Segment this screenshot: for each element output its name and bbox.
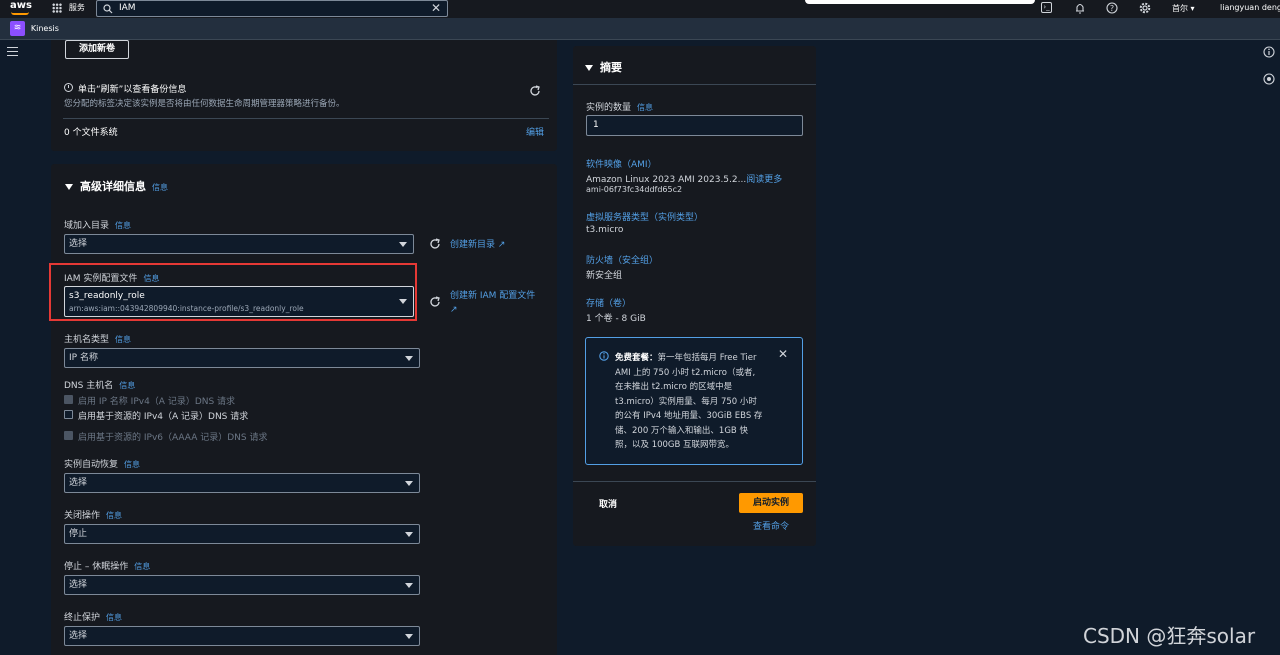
help-icon[interactable]: ? [1106,2,1118,14]
dns-ipv4-ip-label: 启用 IP 名称 IPv4（A 记录）DNS 请求 [78,397,236,407]
free-tier-text: 免费套餐：第一年包括每月 Free Tier AMI 上的 750 小时 t2.… [615,353,763,450]
backup-title: 单击“刷新”以查看备份信息 [78,85,187,95]
auto-recovery-select[interactable]: 选择 [64,473,420,493]
firewall-label[interactable]: 防火墙（安全组） [586,253,658,266]
external-link-icon: ↗ [497,240,506,250]
feedback-icon[interactable] [1263,73,1275,85]
caret-down-icon [399,299,407,304]
region-selector[interactable]: 首尔 ▾ [1172,3,1195,14]
caret-down-icon [399,242,407,247]
domain-join-label: 域加入目录 信息 [64,221,132,231]
kinesis-icon: ≋ [10,21,25,36]
iam-profile-select[interactable]: s3_readonly_role arn:aws:iam::0439428099… [64,286,414,317]
domain-join-select[interactable]: 选择 [64,234,414,254]
expand-caret-icon [585,65,593,71]
search-icon [103,4,113,14]
termination-protection-label: 终止保护 信息 [64,613,123,623]
service-favorites-bar: ≋ Kinesis [0,18,1280,40]
cloudshell-icon[interactable]: ›_ [1041,2,1052,13]
edit-link[interactable]: 编辑 [526,125,544,138]
dns-ipv4-resource-label: 启用基于资源的 IPv4（A 记录）DNS 请求 [78,412,249,422]
caret-down-icon [405,583,413,588]
clock-icon [64,83,73,92]
advanced-details-panel: 高级详细信息 信息 域加入目录 信息 选择 创建新目录 ↗ IAM 实例配置文件 信息… [49,164,557,655]
dns-hostname-label: DNS 主机名 信息 [64,381,136,391]
advanced-details-header[interactable]: 高级详细信息 信息 [65,178,168,194]
expand-caret-icon [65,184,73,190]
cancel-button[interactable]: 取消 [599,497,617,510]
launch-instance-button[interactable]: 启动实例 [739,493,803,513]
caret-down-icon: ▾ [1190,4,1195,13]
info-panel-icon[interactable] [1263,46,1275,58]
divider [573,481,816,482]
divider [63,118,549,119]
refresh-icon[interactable] [529,85,541,97]
account-menu[interactable]: liangyuan deng [1220,3,1280,12]
watermark: CSDN @狂奔solar [1083,624,1256,648]
firewall-value: 新安全组 [586,271,623,281]
free-tier-alert: 免费套餐：第一年包括每月 Free Tier AMI 上的 750 小时 t2.… [585,337,803,465]
svg-text:?: ? [1110,4,1114,13]
dns-ipv6-resource-checkbox[interactable] [64,431,73,440]
hostname-type-select[interactable]: IP 名称 [64,348,420,368]
top-navigation: aws 服务 IAM ✕ ›_ ? 首尔 ▾ liangyuan deng [0,0,1280,18]
create-directory-link[interactable]: 创建新目录 ↗ [450,237,505,250]
storage-panel: 添加新卷 单击“刷新”以查看备份信息 您分配的标签决定该实例是否将由任何数据生命… [51,40,557,151]
stop-hibernate-label: 停止 – 休眠操作 信息 [64,562,151,572]
instance-type-label[interactable]: 虚拟服务器类型（实例类型） [586,210,703,223]
grid-icon [52,2,62,13]
add-volume-button[interactable]: 添加新卷 [65,40,129,59]
global-search[interactable]: IAM ✕ [96,0,448,17]
divider [573,84,816,85]
search-input[interactable]: IAM [119,3,136,13]
storage-value: 1 个卷 - 8 GiB [586,314,646,324]
caret-down-icon [405,532,413,537]
bell-icon[interactable] [1074,2,1086,14]
gear-icon[interactable] [1139,2,1151,14]
instance-count-input[interactable]: 1 [586,115,803,136]
caret-down-icon [405,634,413,639]
dns-ipv4-resource-checkbox[interactable] [64,410,73,419]
favorite-kinesis[interactable]: ≋ Kinesis [10,21,59,36]
file-systems-count: 0 个文件系统 [64,128,118,138]
ami-id: ami-06f73fc34ddfd65c2 [586,185,683,194]
clear-search-icon[interactable]: ✕ [431,1,441,15]
summary-header[interactable]: 摘要 [585,59,622,75]
auto-recovery-label: 实例自动恢复 信息 [64,460,141,470]
caret-down-icon [405,356,413,361]
refresh-icon[interactable] [429,238,441,250]
dns-ipv4-ip-checkbox[interactable] [64,395,73,404]
info-icon [599,351,609,361]
termination-protection-select[interactable]: 选择 [64,626,420,646]
shutdown-behavior-select[interactable]: 停止 [64,524,420,544]
close-icon[interactable]: ✕ [778,347,788,361]
shutdown-behavior-label: 关闭操作 信息 [64,511,123,521]
storage-label[interactable]: 存储（卷） [586,296,631,309]
summary-panel: 摘要 实例的数量 信息 1 软件映像（AMI） Amazon Linux 2023… [573,46,816,546]
create-iam-profile-link[interactable]: 创建新 IAM 配置文件 ↗ [450,289,545,317]
caret-down-icon [405,481,413,486]
external-link-icon: ↗ [450,305,458,315]
menu-icon[interactable] [7,47,18,56]
notification-banner-edge [805,0,1035,4]
read-more-link[interactable]: 阅读更多 [746,175,782,185]
view-commands-link[interactable]: 查看命令 [753,519,789,532]
refresh-icon[interactable] [429,296,441,308]
instance-count-label: 实例的数量 信息 [586,103,654,113]
hostname-type-label: 主机名类型 信息 [64,335,132,345]
instance-type-value: t3.micro [586,225,624,235]
ami-label[interactable]: 软件映像（AMI） [586,157,657,170]
services-menu[interactable]: 服务 [52,2,85,13]
iam-profile-label: IAM 实例配置文件 信息 [64,274,160,284]
dns-ipv6-resource-label: 启用基于资源的 IPv6（AAAA 记录）DNS 请求 [78,433,268,443]
backup-description: 您分配的标签决定该实例是否将由任何数据生命周期管理器策略进行备份。 [64,99,345,109]
stop-hibernate-select[interactable]: 选择 [64,575,420,595]
ami-value: Amazon Linux 2023 AMI 2023.5.2...阅读更多 [586,175,783,185]
aws-logo[interactable]: aws [10,0,32,16]
